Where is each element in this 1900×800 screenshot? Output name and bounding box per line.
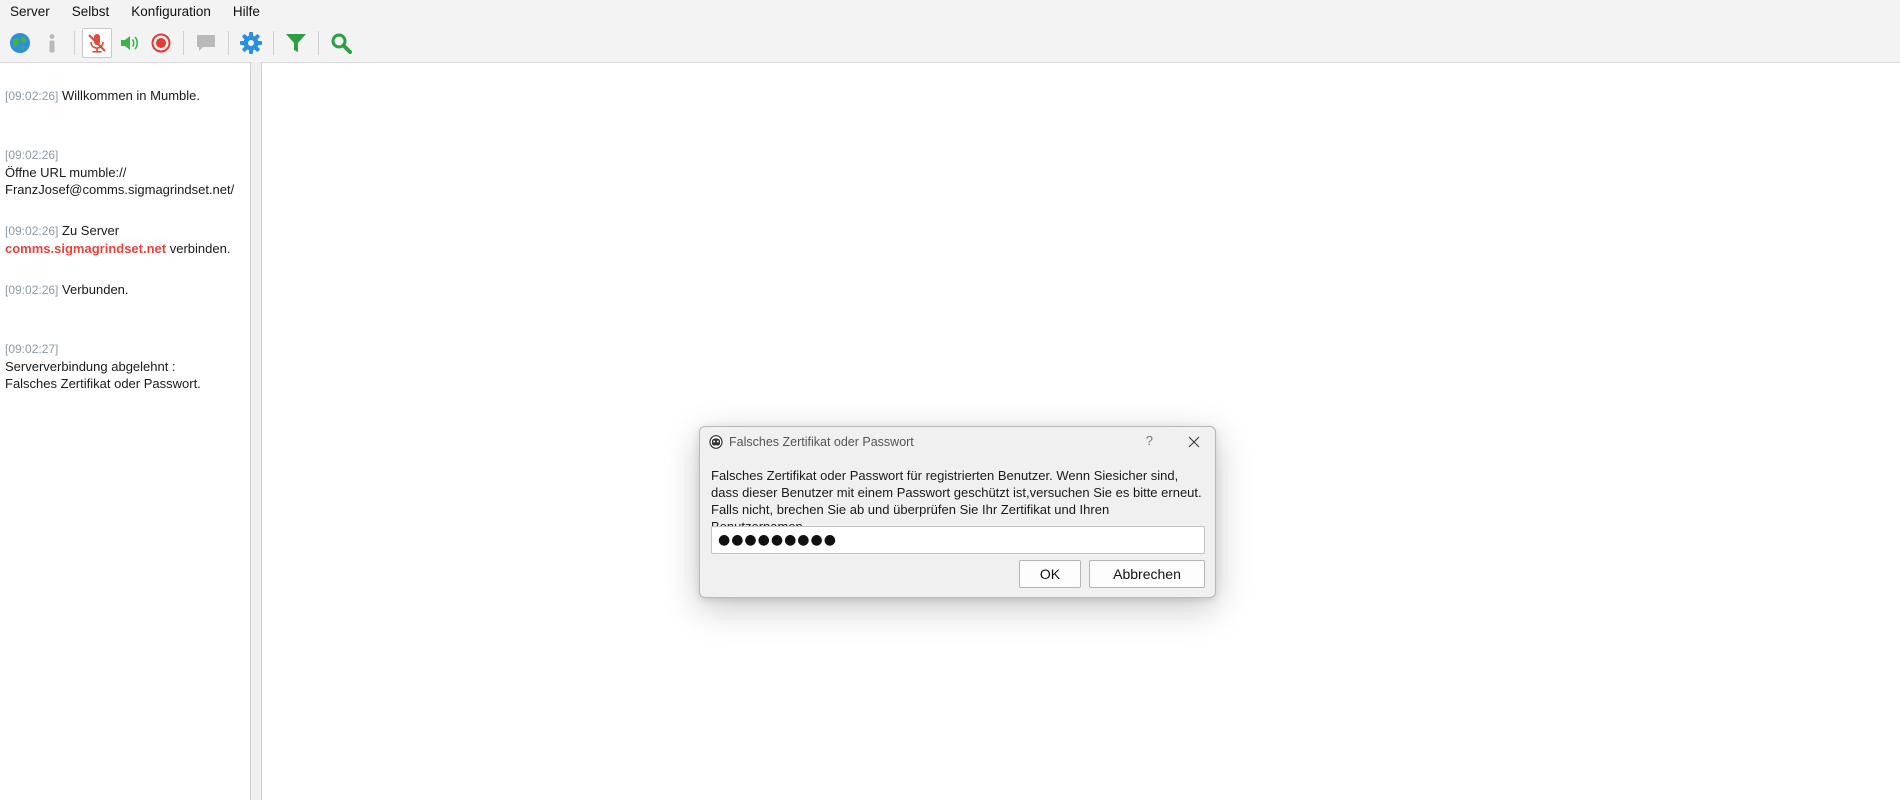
log-message: Öffne URL mumble:// FranzJosef@comms.sig…	[5, 165, 235, 197]
toolbar	[0, 24, 1900, 62]
mumble-window: Server Selbst Konfiguration Hilfe [09:02…	[0, 0, 1900, 800]
record-icon	[151, 33, 171, 53]
log-message: Willkommen in Mumble.	[62, 88, 200, 103]
dialog-titlebar: Falsches Zertifikat oder Passwort ?	[700, 427, 1215, 457]
toolbar-separator	[74, 31, 75, 55]
log-timestamp: [09:02:26]	[5, 283, 59, 297]
chat-icon	[197, 35, 215, 51]
panel-splitter[interactable]	[251, 62, 261, 800]
log-entry: [09:02:26] Zu Server comms.sigmagrindset…	[5, 222, 246, 257]
menu-konfiguration[interactable]: Konfiguration	[121, 0, 223, 24]
info-button[interactable]	[37, 28, 67, 58]
dialog-message: Falsches Zertifikat oder Passwort für re…	[711, 467, 1205, 535]
log-panel[interactable]: [09:02:26] Willkommen in Mumble. [09:02:…	[0, 62, 251, 800]
dialog-message-line: dass dieser Benutzer mit einem Passwort …	[711, 485, 1202, 500]
log-timestamp: [09:02:27]	[5, 342, 59, 356]
record-button[interactable]	[146, 28, 176, 58]
mute-self-button[interactable]	[82, 28, 112, 58]
server-link[interactable]: comms.sigmagrindset.net	[5, 241, 166, 256]
ok-button[interactable]: OK	[1019, 560, 1081, 588]
dialog-message-line: Falsches Zertifikat oder Passwort für re…	[711, 468, 1179, 483]
toolbar-separator	[273, 31, 274, 55]
log-entry: [09:02:27] Serververbindung abgelehnt : …	[5, 323, 246, 392]
toolbar-separator	[183, 31, 184, 55]
menu-server[interactable]: Server	[0, 0, 62, 24]
cancel-button[interactable]: Abbrechen	[1089, 560, 1205, 588]
toolbar-separator	[228, 31, 229, 55]
wrong-password-dialog: Falsches Zertifikat oder Passwort ? Fals…	[699, 426, 1216, 598]
gear-icon	[240, 32, 262, 54]
settings-button[interactable]	[236, 28, 266, 58]
log-message: verbinden.	[169, 241, 231, 256]
toolbar-separator	[318, 31, 319, 55]
menu-bar: Server Selbst Konfiguration Hilfe	[0, 0, 1900, 24]
filter-button[interactable]	[281, 28, 311, 58]
menu-selbst[interactable]: Selbst	[62, 0, 122, 24]
info-icon	[49, 34, 55, 53]
speaker-icon	[121, 36, 139, 50]
help-button[interactable]: ?	[1146, 433, 1153, 448]
log-message: Serververbindung abgelehnt : Falsches Ze…	[5, 359, 201, 391]
log-timestamp: [09:02:26]	[5, 224, 59, 238]
mumble-logo-icon	[709, 435, 723, 449]
log-entry: [09:02:26] Verbunden.	[5, 281, 246, 299]
close-icon[interactable]	[1187, 435, 1201, 449]
menu-hilfe[interactable]: Hilfe	[223, 0, 272, 24]
filter-icon	[286, 34, 306, 52]
search-button[interactable]	[326, 28, 356, 58]
search-icon	[331, 33, 352, 54]
microphone-muted-icon	[88, 34, 106, 53]
password-input[interactable]	[711, 526, 1205, 554]
connect-button[interactable]	[5, 28, 35, 58]
deafen-self-button[interactable]	[114, 28, 144, 58]
globe-icon	[10, 33, 30, 53]
log-timestamp: [09:02:26]	[5, 148, 59, 162]
comment-button[interactable]	[191, 28, 221, 58]
log-timestamp: [09:02:26]	[5, 89, 59, 103]
log-message: Zu Server	[62, 223, 120, 238]
log-entry: [09:02:26] Willkommen in Mumble.	[5, 87, 246, 105]
log-message: Verbunden.	[62, 282, 129, 297]
dialog-title: Falsches Zertifikat oder Passwort	[729, 435, 914, 449]
log-entry: [09:02:26] Öffne URL mumble:// FranzJose…	[5, 129, 246, 198]
